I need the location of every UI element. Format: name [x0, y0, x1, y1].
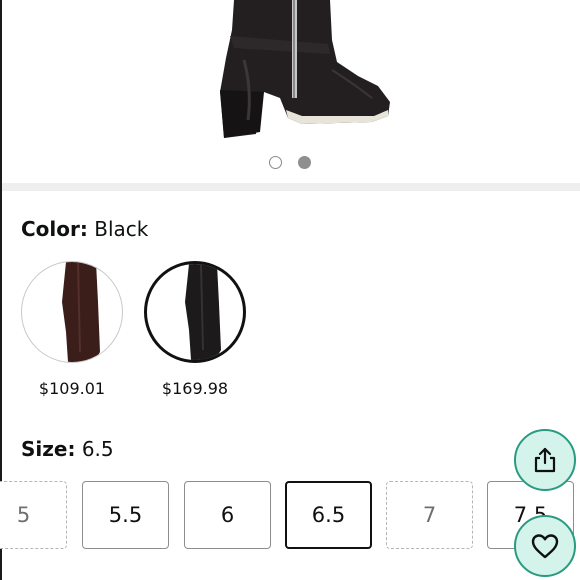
- carousel-dots: [0, 156, 580, 170]
- size-heading: Size: 6.5: [21, 436, 114, 462]
- size-option-5-5[interactable]: 5.5: [82, 481, 169, 549]
- size-label: Size:: [21, 437, 76, 461]
- swatch-image-black: [144, 261, 246, 363]
- size-option-6-5[interactable]: 6.5: [285, 481, 372, 549]
- color-swatch-black[interactable]: $169.98: [144, 261, 246, 398]
- color-value: Black: [94, 217, 149, 241]
- color-heading: Color: Black: [21, 216, 148, 242]
- size-option-7[interactable]: 7: [386, 481, 473, 549]
- carousel-dot-1[interactable]: [269, 156, 282, 169]
- share-button[interactable]: [514, 429, 576, 491]
- carousel-dot-2[interactable]: [298, 156, 311, 169]
- swatch-price-brown: $109.01: [38, 379, 106, 398]
- product-image[interactable]: [2, 0, 580, 150]
- wishlist-button[interactable]: [514, 515, 576, 577]
- heart-icon: [531, 534, 559, 559]
- swatch-image-brown: [21, 261, 123, 363]
- size-value: 6.5: [81, 437, 114, 461]
- color-swatch-brown[interactable]: $109.01: [21, 261, 123, 398]
- section-divider: [2, 183, 580, 191]
- size-option-5[interactable]: 5: [0, 481, 67, 549]
- color-label: Color:: [21, 217, 88, 241]
- swatch-price-black: $169.98: [161, 379, 229, 398]
- share-icon: [534, 447, 556, 473]
- size-option-6[interactable]: 6: [184, 481, 271, 549]
